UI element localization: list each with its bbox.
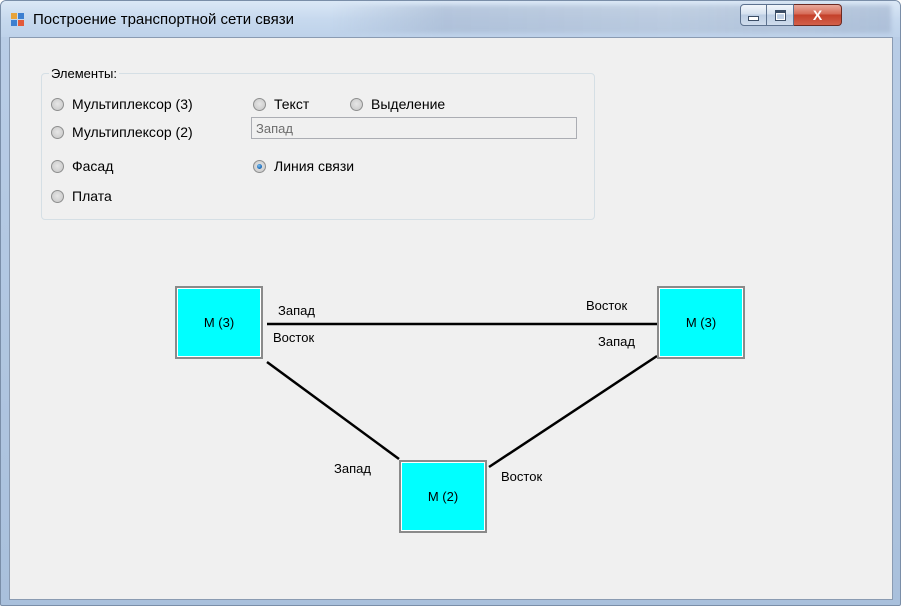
node-multiplexer-bottom[interactable]: М (2)	[399, 460, 487, 533]
node-left-label: М (3)	[203, 315, 235, 330]
label-top-right-lower: Запад	[598, 334, 635, 349]
minimize-button[interactable]	[740, 4, 767, 26]
maximize-icon	[774, 9, 786, 21]
link-line-right[interactable]	[488, 354, 658, 469]
caption-buttons: X	[740, 4, 842, 26]
main-window: Построение транспортной сети связи X Эле…	[0, 0, 901, 606]
maximize-button[interactable]	[767, 4, 794, 26]
app-icon[interactable]	[11, 13, 25, 27]
link-line-left[interactable]	[266, 360, 400, 461]
title-bar[interactable]: Построение транспортной сети связи X	[1, 1, 900, 37]
label-top-right-upper: Восток	[586, 298, 628, 313]
label-bottom-left: Запад	[334, 461, 371, 476]
node-multiplexer-left[interactable]: М (3)	[175, 286, 263, 359]
node-right-label: М (3)	[685, 315, 717, 330]
node-bottom-label: М (2)	[427, 489, 459, 504]
close-icon: X	[812, 7, 823, 23]
minimize-icon	[748, 16, 759, 21]
client-area: Элементы: Мультиплексор (3) Текст Выделе…	[9, 37, 893, 600]
label-bottom-right: Восток	[501, 469, 543, 484]
close-button[interactable]: X	[794, 4, 842, 26]
label-top-left-lower: Восток	[273, 330, 315, 345]
window-title: Построение транспортной сети связи	[33, 11, 294, 28]
node-multiplexer-right[interactable]: М (3)	[657, 286, 745, 359]
label-top-left-upper: Запад	[278, 303, 315, 318]
